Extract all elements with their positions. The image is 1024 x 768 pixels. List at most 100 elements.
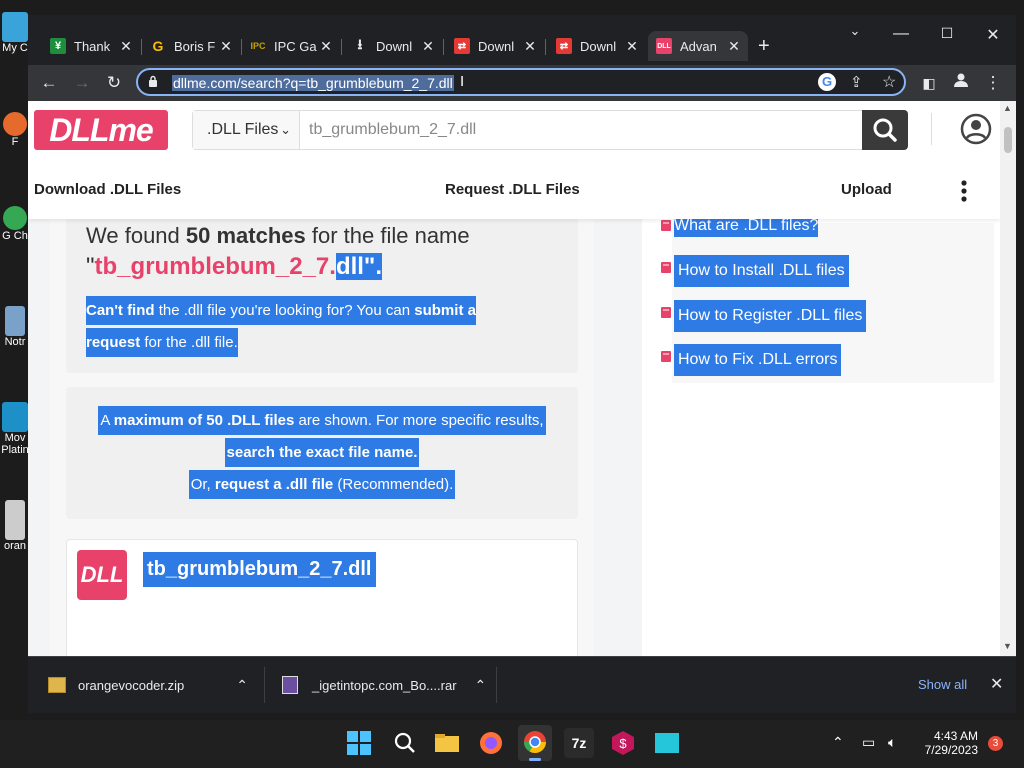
share-icon[interactable]: ⇪ <box>850 73 863 91</box>
main-column: We found 50 matches for the file name "t… <box>50 179 594 656</box>
browser-window: ¥ Thank ✕ G Boris F ✕ IPC IPC Ga ✕ ⭳ Dow… <box>28 15 1016 713</box>
user-account-icon[interactable] <box>960 113 992 145</box>
start-button[interactable] <box>344 728 374 758</box>
desktop-icon-notepad[interactable]: Notr <box>0 306 30 348</box>
new-tab-button[interactable]: + <box>758 35 770 58</box>
book-icon <box>660 261 672 274</box>
scroll-down-icon[interactable]: ▼ <box>1003 641 1012 651</box>
tab-download-1[interactable]: ⭳ Downl ✕ <box>344 31 442 61</box>
tab-close-icon[interactable]: ✕ <box>726 38 742 55</box>
app-hex-icon[interactable]: $ <box>608 728 638 758</box>
tab-close-icon[interactable]: ✕ <box>318 38 334 55</box>
chevron-up-icon[interactable]: ⌃ <box>236 677 248 694</box>
google-g-icon: G <box>152 38 164 54</box>
file-explorer-icon[interactable] <box>432 728 462 758</box>
volume-icon[interactable]: 🔈︎ <box>888 734 896 751</box>
chevron-up-icon[interactable]: ⌃ <box>475 677 487 694</box>
notification-badge[interactable]: 3 <box>988 736 1003 751</box>
download-shelf: orangevocoder.zip ⌃ _igetintopc.com_Bo..… <box>28 656 1016 713</box>
search-icon <box>873 118 897 142</box>
result-heading: We found 50 matches for the file name <box>86 223 470 248</box>
search-button[interactable] <box>862 110 908 150</box>
tab-thank[interactable]: ¥ Thank ✕ <box>42 31 140 61</box>
desktop-icon-my-computer[interactable]: My C <box>0 12 30 54</box>
maximize-button[interactable]: ☐ <box>932 25 962 45</box>
clock[interactable]: 4:43 AM 7/29/2023 <box>920 729 978 757</box>
scrollbar-thumb[interactable] <box>1004 127 1012 153</box>
tab-close-icon[interactable]: ✕ <box>624 38 640 55</box>
book-icon <box>660 219 672 232</box>
side-panel-icon[interactable]: ◧ <box>916 70 942 96</box>
menu-dots-icon[interactable]: ⋮ <box>980 70 1006 96</box>
network-icon[interactable]: ▭ <box>862 734 875 751</box>
spreadsheet-icon: ¥ <box>50 38 66 54</box>
tab-close-icon[interactable]: ✕ <box>218 38 234 55</box>
back-button[interactable]: ← <box>36 70 62 96</box>
taskbar-search-icon[interactable] <box>390 728 420 758</box>
close-shelf-icon[interactable]: ✕ <box>990 674 1003 694</box>
ipc-games-icon: IPC <box>250 41 266 51</box>
show-all-downloads-button[interactable]: Show all <box>918 677 967 692</box>
text-cursor-icon: I <box>460 73 465 90</box>
tab-download-3[interactable]: ⇄ Downl ✕ <box>548 31 646 61</box>
desktop-icon-chrome[interactable]: G Ch <box>0 206 30 242</box>
tab-boris[interactable]: G Boris F ✕ <box>142 31 240 61</box>
chevron-down-icon: ⌄ <box>280 122 291 137</box>
file-type-select[interactable]: .DLL Files ⌄ <box>193 111 300 149</box>
nav-upload[interactable]: Upload <box>841 181 892 198</box>
tab-search-chevron-icon[interactable]: ⌄ <box>840 23 870 43</box>
7zip-icon[interactable]: 7z <box>564 728 594 758</box>
close-window-button[interactable]: ✕ <box>978 25 1008 45</box>
desktop-icon-firefox[interactable]: F <box>0 112 30 148</box>
tab-download-2[interactable]: ⇄ Downl ✕ <box>446 31 544 61</box>
google-lens-icon[interactable]: G <box>818 73 836 91</box>
result-item-title[interactable]: tb_grumblebum_2_7.dll <box>143 552 376 587</box>
desktop-icon-movavi[interactable]: Mov Platin <box>0 402 30 456</box>
reload-button[interactable]: ↻ <box>101 70 127 96</box>
dll-logo-icon: DLL <box>77 550 127 600</box>
sidebar: What are .DLL files? How to Install .DLL… <box>642 215 1000 656</box>
dllme-logo[interactable]: DLLme <box>34 110 168 150</box>
download-item-rar[interactable]: _igetintopc.com_Bo....rar ⌃ <box>282 671 486 699</box>
desktop-icon-orange[interactable]: oran <box>0 500 30 552</box>
result-filename: "tb_grumblebum_2_7.dll". <box>86 253 382 280</box>
site-header: DLLme .DLL Files ⌄ tb_grumblebum_2_7.dll… <box>28 101 1000 219</box>
search-exact-link[interactable]: search the exact file name. <box>227 444 418 461</box>
address-bar[interactable]: dllme.com/search?q=tb_grumblebum_2_7.dll… <box>136 68 906 96</box>
profile-icon[interactable] <box>948 70 974 96</box>
scroll-up-icon[interactable]: ▲ <box>1003 103 1012 113</box>
chrome-taskbar-icon[interactable] <box>518 725 552 761</box>
url-text[interactable]: dllme.com/search?q=tb_grumblebum_2_7.dll <box>172 75 454 91</box>
tab-close-icon[interactable]: ✕ <box>118 38 134 55</box>
search-bar: .DLL Files ⌄ tb_grumblebum_2_7.dll <box>192 110 908 150</box>
sidebar-link-install-dll[interactable]: How to Install .DLL files <box>674 255 849 287</box>
bookmark-star-icon[interactable]: ☆ <box>882 72 896 92</box>
submit-request-link[interactable]: submit a <box>414 302 476 319</box>
page-scrollbar[interactable]: ▲ ▼ <box>1000 101 1016 656</box>
svg-text:$: $ <box>619 736 627 751</box>
firefox-icon[interactable] <box>476 728 506 758</box>
search-input[interactable]: tb_grumblebum_2_7.dll <box>309 121 476 139</box>
result-item-card[interactable]: DLL tb_grumblebum_2_7.dll <box>66 539 578 656</box>
download-item-zip[interactable]: orangevocoder.zip ⌃ <box>48 671 248 699</box>
movavi-taskbar-icon[interactable] <box>652 728 682 758</box>
more-options-icon[interactable] <box>956 179 972 203</box>
book-icon <box>660 350 672 363</box>
tab-strip: ¥ Thank ✕ G Boris F ✕ IPC IPC Ga ✕ ⭳ Dow… <box>28 15 1016 65</box>
tray-chevron-up-icon[interactable]: ⌃ <box>832 734 844 751</box>
tab-close-icon[interactable]: ✕ <box>522 38 538 55</box>
forward-button[interactable]: → <box>69 70 95 96</box>
minimize-button[interactable]: — <box>886 25 916 45</box>
lock-icon <box>148 75 158 88</box>
request-link[interactable]: request <box>86 334 140 351</box>
tab-close-icon[interactable]: ✕ <box>420 38 436 55</box>
sidebar-link-fix-dll[interactable]: How to Fix .DLL errors <box>674 344 842 376</box>
nav-request-dll[interactable]: Request .DLL Files <box>445 181 580 198</box>
book-icon <box>660 306 672 319</box>
tab-ipc-games[interactable]: IPC IPC Ga ✕ <box>242 31 340 61</box>
request-dll-link[interactable]: request a .dll file <box>215 476 333 493</box>
sidebar-link-register-dll[interactable]: How to Register .DLL files <box>674 300 867 332</box>
browser-toolbar: ← → ↻ dllme.com/search?q=tb_grumblebum_2… <box>28 65 1016 101</box>
tab-advanced-active[interactable]: DLL Advan ✕ <box>648 31 748 61</box>
nav-download-dll[interactable]: Download .DLL Files <box>34 181 181 198</box>
